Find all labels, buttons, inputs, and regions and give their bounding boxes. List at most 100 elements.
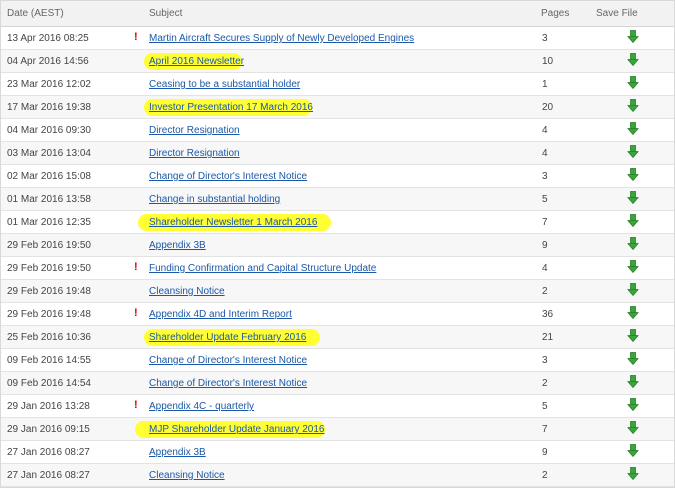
announcements-table: Date (AEST) Subject Pages Save File 13 A… xyxy=(0,0,675,488)
download-arrow-icon[interactable] xyxy=(627,329,639,343)
subject-link[interactable]: Cleansing Notice xyxy=(149,470,225,481)
row-subject: April 2016 Newsletter xyxy=(149,56,244,67)
row-subject: Director Resignation xyxy=(149,125,240,136)
table-row: 29 Jan 2016 09:15 MJP Shareholder Update … xyxy=(1,418,674,441)
download-arrow-icon[interactable] xyxy=(627,76,639,90)
row-pages: 5 xyxy=(542,194,548,205)
row-subject: Change of Director's Interest Notice xyxy=(149,355,307,366)
row-pages: 21 xyxy=(542,332,554,343)
table-row: 02 Mar 2016 15:08 Change of Director's In… xyxy=(1,165,674,188)
table-row: 09 Feb 2016 14:55 Change of Director's In… xyxy=(1,349,674,372)
row-pages: 7 xyxy=(542,424,548,435)
download-arrow-icon[interactable] xyxy=(627,375,639,389)
subject-link[interactable]: Change of Director's Interest Notice xyxy=(149,171,307,182)
subject-link[interactable]: Appendix 3B xyxy=(149,447,206,458)
subject-link[interactable]: Appendix 3B xyxy=(149,240,206,251)
subject-link[interactable]: Shareholder Update February 2016 xyxy=(149,332,306,343)
row-date: 09 Feb 2016 14:54 xyxy=(7,378,91,389)
row-pages: 7 xyxy=(542,217,548,228)
subject-link[interactable]: Director Resignation xyxy=(149,148,240,159)
subject-link[interactable]: Investor Presentation 17 March 2016 xyxy=(149,102,313,113)
row-pages: 2 xyxy=(542,470,548,481)
table-body: 13 Apr 2016 08:25! Martin Aircraft Secure… xyxy=(1,27,674,487)
row-pages: 1 xyxy=(542,79,548,90)
download-arrow-icon[interactable] xyxy=(627,260,639,274)
subject-link[interactable]: Change of Director's Interest Notice xyxy=(149,378,307,389)
download-arrow-icon[interactable] xyxy=(627,467,639,481)
subject-link[interactable]: Change in substantial holding xyxy=(149,194,280,205)
row-date: 09 Feb 2016 14:55 xyxy=(7,355,91,366)
download-arrow-icon[interactable] xyxy=(627,145,639,159)
download-arrow-icon[interactable] xyxy=(627,99,639,113)
download-arrow-icon[interactable] xyxy=(627,53,639,67)
row-date: 29 Feb 2016 19:48 xyxy=(7,309,91,320)
row-subject: Change in substantial holding xyxy=(149,194,280,205)
download-arrow-icon[interactable] xyxy=(627,168,639,182)
column-header-save-file: Save File xyxy=(596,8,638,19)
column-header-pages: Pages xyxy=(541,8,570,19)
row-pages: 2 xyxy=(542,286,548,297)
subject-link[interactable]: Cleansing Notice xyxy=(149,286,225,297)
row-date: 29 Feb 2016 19:50 xyxy=(7,240,91,251)
table-row: 29 Feb 2016 19:50 Appendix 3B 9 xyxy=(1,234,674,257)
row-subject: Shareholder Update February 2016 xyxy=(149,332,306,343)
download-arrow-icon[interactable] xyxy=(627,122,639,136)
row-date: 23 Mar 2016 12:02 xyxy=(7,79,91,90)
download-arrow-icon[interactable] xyxy=(627,398,639,412)
download-arrow-icon[interactable] xyxy=(627,30,639,44)
row-date: 13 Apr 2016 08:25 xyxy=(7,33,89,44)
row-subject: MJP Shareholder Update January 2016 xyxy=(149,424,324,435)
exclamation-icon: ! xyxy=(134,399,138,411)
download-arrow-icon[interactable] xyxy=(627,421,639,435)
row-subject: Cleansing Notice xyxy=(149,286,225,297)
table-row: 29 Feb 2016 19:48! Appendix 4D and Interi… xyxy=(1,303,674,326)
download-arrow-icon[interactable] xyxy=(627,237,639,251)
download-arrow-icon[interactable] xyxy=(627,191,639,205)
subject-link[interactable]: Martin Aircraft Secures Supply of Newly … xyxy=(149,33,414,44)
column-header-date: Date (AEST) xyxy=(7,8,64,19)
subject-link[interactable]: Director Resignation xyxy=(149,125,240,136)
subject-link[interactable]: Change of Director's Interest Notice xyxy=(149,355,307,366)
download-arrow-icon[interactable] xyxy=(627,444,639,458)
column-header-subject: Subject xyxy=(149,8,183,19)
row-subject: Change of Director's Interest Notice xyxy=(149,378,307,389)
table-row: 27 Jan 2016 08:27 Cleansing Notice 2 xyxy=(1,464,674,487)
row-pages: 4 xyxy=(542,148,548,159)
row-pages: 20 xyxy=(542,102,554,113)
row-date: 01 Mar 2016 13:58 xyxy=(7,194,91,205)
row-date: 17 Mar 2016 19:38 xyxy=(7,102,91,113)
table-row: 29 Feb 2016 19:48 Cleansing Notice 2 xyxy=(1,280,674,303)
table-row: 17 Mar 2016 19:38 Investor Presentation 1… xyxy=(1,96,674,119)
subject-link[interactable]: MJP Shareholder Update January 2016 xyxy=(149,424,324,435)
table-row: 29 Feb 2016 19:50! Funding Confirmation a… xyxy=(1,257,674,280)
download-arrow-icon[interactable] xyxy=(627,352,639,366)
row-date: 29 Feb 2016 19:48 xyxy=(7,286,91,297)
row-pages: 9 xyxy=(542,447,548,458)
row-date: 29 Jan 2016 13:28 xyxy=(7,401,90,412)
download-arrow-icon[interactable] xyxy=(627,214,639,228)
row-subject: Appendix 3B xyxy=(149,447,206,458)
row-date: 27 Jan 2016 08:27 xyxy=(7,447,90,458)
row-subject: Appendix 3B xyxy=(149,240,206,251)
row-subject: Investor Presentation 17 March 2016 xyxy=(149,102,313,113)
subject-link[interactable]: Funding Confirmation and Capital Structu… xyxy=(149,263,376,274)
subject-link[interactable]: April 2016 Newsletter xyxy=(149,56,244,67)
row-subject: Director Resignation xyxy=(149,148,240,159)
row-pages: 9 xyxy=(542,240,548,251)
download-arrow-icon[interactable] xyxy=(627,306,639,320)
row-date: 29 Feb 2016 19:50 xyxy=(7,263,91,274)
row-pages: 4 xyxy=(542,125,548,136)
download-arrow-icon[interactable] xyxy=(627,283,639,297)
table-row: 03 Mar 2016 13:04 Director Resignation 4 xyxy=(1,142,674,165)
row-subject: Funding Confirmation and Capital Structu… xyxy=(149,263,376,274)
subject-link[interactable]: Appendix 4D and Interim Report xyxy=(149,309,292,320)
table-row: 13 Apr 2016 08:25! Martin Aircraft Secure… xyxy=(1,27,674,50)
subject-link[interactable]: Appendix 4C - quarterly xyxy=(149,401,254,412)
table-row: 25 Feb 2016 10:36 Shareholder Update Febr… xyxy=(1,326,674,349)
row-pages: 2 xyxy=(542,378,548,389)
subject-link[interactable]: Ceasing to be a substantial holder xyxy=(149,79,300,90)
row-date: 02 Mar 2016 15:08 xyxy=(7,171,91,182)
subject-link[interactable]: Shareholder Newsletter 1 March 2016 xyxy=(149,217,317,228)
row-pages: 4 xyxy=(542,263,548,274)
row-subject: Martin Aircraft Secures Supply of Newly … xyxy=(149,33,414,44)
